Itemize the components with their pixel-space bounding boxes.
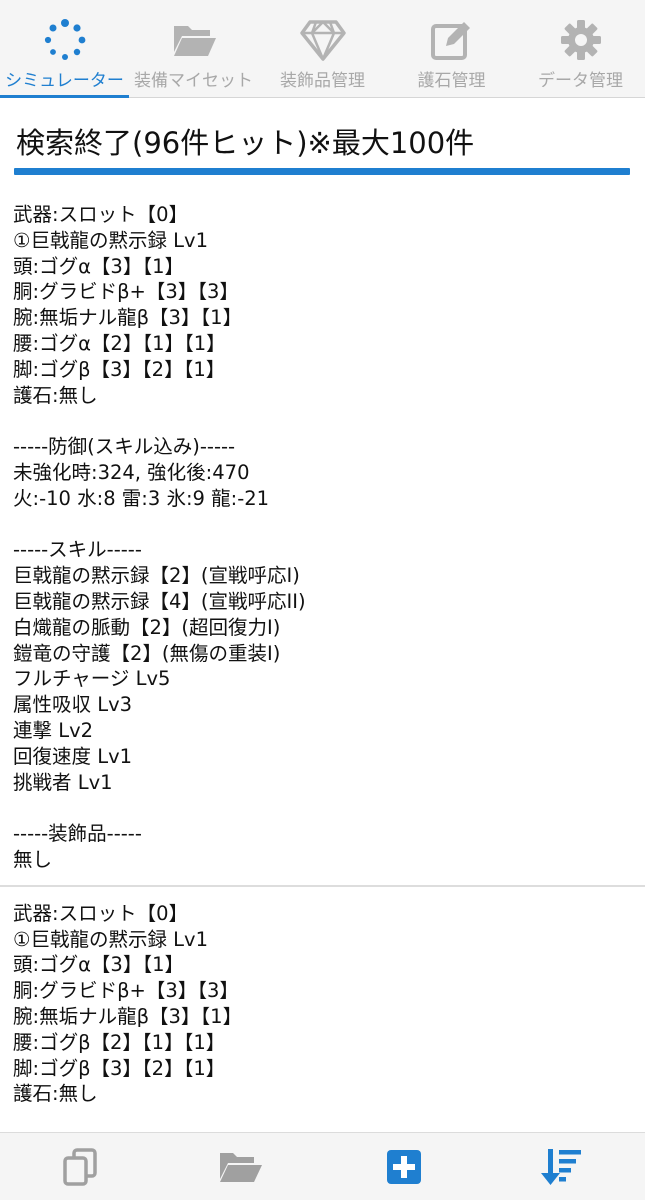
- gem-icon: [299, 18, 346, 62]
- title-underline: [14, 168, 630, 175]
- open-folder-button[interactable]: [217, 1149, 263, 1189]
- bottom-action-bar: [0, 1132, 645, 1200]
- arm-armor: 腕:無垢ナル龍β【3】【1】: [13, 306, 243, 330]
- copy-icon: [62, 1148, 98, 1190]
- result-item[interactable]: 武器:スロット【0】 ①巨戟龍の黙示録 Lv1 頭:ゴグα【3】【1】 胴:グラ…: [0, 887, 645, 1119]
- edit-icon: [429, 18, 475, 62]
- arm-armor: 腕:無垢ナル龍β【3】【1】: [13, 1004, 243, 1028]
- skills-heading: -----スキル-----: [13, 538, 142, 562]
- head-armor: 頭:ゴグα【3】【1】: [13, 254, 184, 278]
- rampage-skill: ①巨戟龍の黙示録 Lv1: [13, 927, 208, 951]
- results-list[interactable]: 武器:スロット【0】 ①巨戟龍の黙示録 Lv1 頭:ゴグα【3】【1】 胴:グラ…: [0, 188, 645, 1132]
- add-button[interactable]: [384, 1149, 424, 1189]
- tab-equipment-mysets[interactable]: 装備マイセット: [129, 0, 258, 98]
- tab-talismans-label: 護石管理: [417, 71, 486, 91]
- weapon-slot: 武器:スロット【0】: [13, 203, 188, 226]
- rampage-skill: ①巨戟龍の黙示録 Lv1: [13, 228, 208, 252]
- folder-open-icon: [171, 18, 217, 62]
- sort-descending-icon: [541, 1147, 585, 1191]
- sort-button[interactable]: [541, 1147, 585, 1191]
- waist-armor: 腰:ゴグβ【2】【1】【1】: [13, 1030, 226, 1054]
- tab-simulator[interactable]: シミュレーター: [0, 0, 129, 98]
- defense-values: 未強化時:324, 強化後:470: [13, 460, 250, 484]
- result-item[interactable]: 武器:スロット【0】 ①巨戟龍の黙示録 Lv1 頭:ゴグα【3】【1】 胴:グラ…: [0, 188, 645, 885]
- skill-line: フルチャージ Lv5: [13, 667, 171, 691]
- tab-decorations[interactable]: 装飾品管理: [258, 0, 387, 98]
- skill-line: 白熾龍の脈動【2】(超回復力I): [13, 615, 281, 639]
- tab-talismans[interactable]: 護石管理: [387, 0, 516, 98]
- skill-line: 巨戟龍の黙示録【4】(宣戦呼応II): [13, 589, 306, 613]
- gear-icon: [558, 18, 604, 62]
- tab-decorations-label: 装飾品管理: [280, 71, 365, 91]
- head-armor: 頭:ゴグα【3】【1】: [13, 953, 184, 977]
- tab-simulator-label: シミュレーター: [5, 71, 124, 91]
- skill-line: 属性吸収 Lv3: [13, 693, 133, 717]
- chest-armor: 胴:グラビドβ+【3】【3】: [13, 280, 239, 304]
- talisman: 護石:無し: [13, 1082, 98, 1106]
- plus-square-icon: [386, 1149, 422, 1189]
- leg-armor: 脚:ゴグβ【3】【2】【1】: [13, 357, 226, 381]
- results-header: 検索終了(96件ヒット)※最大100件: [0, 98, 645, 178]
- tab-equipment-mysets-label: 装備マイセット: [134, 71, 253, 91]
- leg-armor: 脚:ゴグβ【3】【2】【1】: [13, 1056, 226, 1080]
- weapon-slot: 武器:スロット【0】: [13, 901, 188, 925]
- tab-data-management-label: データ管理: [538, 71, 623, 91]
- top-tab-bar: シミュレーター 装備マイセット 装飾品管理 護石管理 データ管理: [0, 0, 645, 98]
- skill-line: 鎧竜の守護【2】(無傷の重装I): [13, 641, 281, 665]
- defense-heading: -----防御(スキル込み)-----: [13, 435, 236, 459]
- skill-line: 連撃 Lv2: [13, 718, 94, 742]
- tab-data-management[interactable]: データ管理: [516, 0, 645, 98]
- decorations-value: 無し: [13, 847, 53, 871]
- skill-line: 巨戟龍の黙示録【2】(宣戦呼応I): [13, 564, 300, 588]
- folder-open-icon: [217, 1149, 263, 1189]
- skill-line: 回復速度 Lv1: [13, 744, 133, 768]
- spinner-icon: [42, 18, 88, 62]
- skill-line: 挑戦者 Lv1: [13, 770, 113, 794]
- page-title: 検索終了(96件ヒット)※最大100件: [16, 126, 475, 160]
- chest-armor: 胴:グラビドβ+【3】【3】: [13, 979, 239, 1003]
- decorations-heading: -----装飾品-----: [13, 822, 142, 846]
- resistances: 火:-10 水:8 雷:3 氷:9 龍:-21: [13, 486, 270, 510]
- talisman: 護石:無し: [13, 383, 98, 407]
- waist-armor: 腰:ゴグα【2】【1】【1】: [13, 331, 226, 355]
- copy-button[interactable]: [60, 1148, 100, 1190]
